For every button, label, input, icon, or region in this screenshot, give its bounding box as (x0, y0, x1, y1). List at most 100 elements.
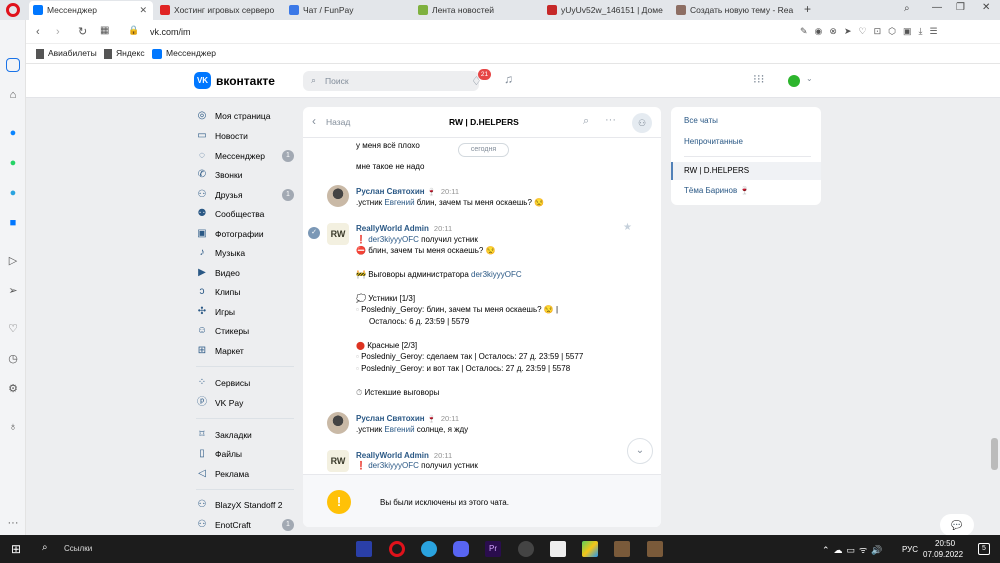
selected-check-icon[interactable]: ✓ (308, 227, 320, 239)
menu-item-market[interactable]: ⊞ Маркет (196, 343, 294, 359)
close-window-icon[interactable]: ✕ (982, 2, 990, 13)
mention-link[interactable]: der3kiyyyOFC (471, 270, 522, 279)
camera-icon[interactable]: ◉ (815, 26, 830, 36)
url-field[interactable]: vk.com/im (150, 27, 191, 37)
menu-item-ads[interactable]: ◁ Реклама (196, 466, 294, 482)
bluestacks-icon[interactable] (582, 541, 598, 557)
mention-link[interactable]: der3kiyyyOFC (368, 235, 419, 244)
whatsapp-icon[interactable]: ● (6, 156, 20, 170)
menu-item-calls[interactable]: ✆ Звонки (196, 167, 294, 183)
menu-item-blazyx[interactable]: ⚇ BlazyX Standoff 2 (196, 497, 294, 513)
music-icon[interactable]: ♫ (504, 72, 513, 86)
forward-icon[interactable]: › (56, 26, 60, 38)
bookmark-messenger[interactable]: Мессенджер (152, 48, 216, 59)
menu-item-files[interactable]: ▯ Файлы (196, 446, 294, 462)
minecraft-icon[interactable] (647, 541, 663, 557)
new-tab-icon[interactable]: + (804, 2, 811, 16)
filter-all-chats[interactable]: Все чаты (684, 116, 718, 125)
vk-app-icon[interactable]: ■ (6, 216, 20, 230)
messenger-app-icon[interactable]: ● (6, 126, 20, 140)
send-flow-icon[interactable]: ➢ (6, 284, 20, 298)
wallet-icon[interactable]: ▣ (903, 26, 919, 36)
page-scrollbar[interactable] (991, 438, 998, 470)
message-author[interactable]: ReallyWorld Admin (356, 451, 429, 460)
tab-hosting[interactable]: Хостинг игровых серверо (156, 1, 282, 20)
more-icon[interactable]: ··· (6, 516, 20, 530)
home-icon[interactable]: ⌂ (6, 88, 20, 102)
back-icon[interactable]: ‹ (36, 26, 40, 38)
search-tabs-icon[interactable]: ⌕ (904, 3, 910, 14)
telegram-icon[interactable]: ● (6, 186, 20, 200)
discord-icon[interactable] (453, 541, 469, 557)
edit-icon[interactable]: ✎ (800, 26, 815, 36)
chevron-down-icon[interactable]: ⌄ (806, 74, 813, 83)
settings-icon[interactable]: ⚙ (6, 382, 20, 396)
menu-item-bookmarks[interactable]: ⌑ Закладки (196, 427, 294, 443)
menu-item-video[interactable]: ▶ Видео (196, 265, 294, 281)
minimize-icon[interactable]: — (932, 2, 942, 13)
menu-item-news[interactable]: ▭ Новости (196, 128, 294, 144)
message-author[interactable]: Руслан Святохин (356, 187, 425, 196)
avatar[interactable] (327, 412, 349, 434)
clock-date[interactable]: 07.09.2022 (923, 550, 963, 559)
more-icon[interactable]: ··· (605, 114, 616, 126)
avatar[interactable] (327, 185, 349, 207)
avatar[interactable] (788, 75, 800, 87)
chat-popup-button[interactable]: 💬 (940, 514, 974, 536)
menu-item-music[interactable]: ♪ Музыка (196, 245, 294, 261)
star-icon[interactable]: ★ (623, 222, 632, 233)
message-author[interactable]: ReallyWorld Admin (356, 224, 429, 233)
windows-start-icon[interactable]: ⊞ (11, 542, 21, 556)
menu-item-photos[interactable]: ▣ Фотографии (196, 226, 294, 242)
minecraft-icon[interactable] (614, 541, 630, 557)
menu-item-enotcraft[interactable]: ⚇ EnotCraft 1 (196, 517, 294, 533)
tips-icon[interactable]: ♁ (6, 420, 20, 434)
active-chat-item[interactable]: RW | D.HELPERS (671, 162, 821, 180)
avatar[interactable]: RW (327, 450, 349, 472)
clock-time[interactable]: 20:50 (935, 539, 955, 548)
opera-logo-icon[interactable] (6, 3, 20, 17)
language-indicator[interactable]: РУС (902, 545, 918, 554)
reload-icon[interactable]: ↻ (78, 25, 87, 38)
members-icon[interactable]: ⚇ (632, 113, 652, 133)
player-icon[interactable]: ▷ (6, 254, 20, 268)
scroll-down-button[interactable]: ⌄ (627, 438, 653, 464)
document-icon[interactable] (550, 541, 566, 557)
menu-item-clips[interactable]: ↄ Клипы (196, 284, 294, 300)
menu-item-messenger[interactable]: ◌ Мессенджер 1 (196, 148, 294, 164)
search-icon[interactable]: ⌕ (42, 542, 48, 553)
favorites-icon[interactable]: ♡ (6, 322, 20, 336)
message-author[interactable]: Руслан Святохин (356, 414, 425, 423)
obs-icon[interactable] (518, 541, 534, 557)
premiere-icon[interactable]: Pr (485, 541, 501, 557)
speed-dial-icon[interactable] (6, 58, 20, 72)
filter-unread[interactable]: Непрочитанные (684, 137, 743, 146)
menu-item-vkpay[interactable]: ⓟ VK Pay (196, 395, 294, 411)
tab-funpay[interactable]: Чат / FunPay (285, 1, 411, 20)
tab-create-topic[interactable]: Создать новую тему - Rea (672, 1, 798, 20)
maximize-icon[interactable]: ❐ (956, 2, 965, 13)
notifications-icon[interactable]: 5 (978, 543, 990, 555)
chat-item-tema[interactable]: Тёма Баринов 🍷 (684, 186, 749, 195)
mention-link[interactable]: Евгений (384, 425, 414, 434)
apps-grid-icon[interactable]: ⁝⁝⁝ (753, 72, 764, 86)
menu-item-games[interactable]: ✣ Игры (196, 304, 294, 320)
tab-domain[interactable]: yUyUv52w_146151 | Доме (543, 1, 669, 20)
telegram-taskbar-icon[interactable] (421, 541, 437, 557)
tab-news[interactable]: Лента новостей (414, 1, 540, 20)
download-icon[interactable]: ⤓ (919, 26, 930, 36)
menu-item-friends[interactable]: ⚇ Друзья 1 (196, 187, 294, 203)
search-box[interactable]: ⌕ Поиск (303, 71, 479, 91)
tiles-icon[interactable]: ▦ (100, 25, 109, 36)
menu-icon[interactable]: ☰ (929, 26, 944, 36)
avatar[interactable]: RW (327, 223, 349, 245)
menu-item-my-page[interactable]: ◎ Моя страница (196, 108, 294, 124)
mention-link[interactable]: der3kiyyyOFC (368, 461, 419, 470)
history-icon[interactable]: ◷ (6, 352, 20, 366)
back-link[interactable]: Назад (326, 117, 350, 127)
menu-item-services[interactable]: ⁘ Сервисы (196, 375, 294, 391)
box-icon[interactable]: ⬡ (888, 26, 903, 36)
cart-icon[interactable]: ⊡ (874, 26, 889, 36)
save-app-icon[interactable] (356, 541, 372, 557)
heart-icon[interactable]: ♡ (859, 26, 874, 36)
